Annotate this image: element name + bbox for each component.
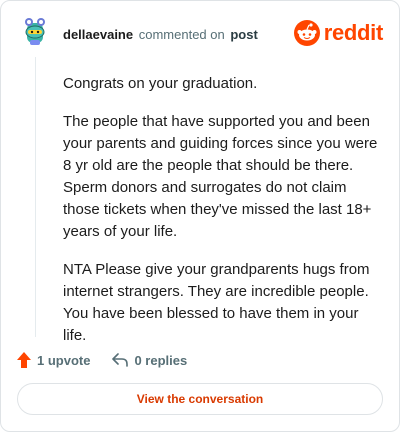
commenter-line: dellaevaine commented on post [63,27,258,42]
avatar-icon [25,18,45,45]
replies-button[interactable]: 0 replies [112,353,187,368]
reply-arrow-icon [112,353,129,367]
upvote-button[interactable]: 1 upvote [17,352,90,368]
upvote-count: 1 upvote [37,352,91,368]
replies-count: 0 replies [134,352,188,368]
username-link[interactable]: dellaevaine [63,27,133,42]
comment-paragraph: NTA Please give your grandparents hugs f… [63,261,370,344]
view-conversation-button[interactable]: View the conversation [17,383,383,415]
reddit-brand[interactable]: reddit [293,19,384,47]
comment-paragraph: The people that have supported you and b… [63,113,378,240]
upvote-arrow-icon [17,352,31,368]
comment-header: dellaevaine commented on post reddit [19,15,385,55]
thread-line [35,57,36,337]
comment-paragraph: Congrats on your graduation. [63,75,258,92]
comment-body: Congrats on your graduation. The people … [63,73,385,363]
post-link[interactable]: post [230,27,257,42]
comment-actions: 1 upvote 0 replies [17,350,187,370]
comment-embed-card: dellaevaine commented on post reddit Con… [0,0,400,432]
action-text: commented on [138,27,225,42]
reddit-logo-icon [293,20,320,46]
avatar[interactable] [19,15,51,47]
reddit-wordmark: reddit [323,20,384,45]
